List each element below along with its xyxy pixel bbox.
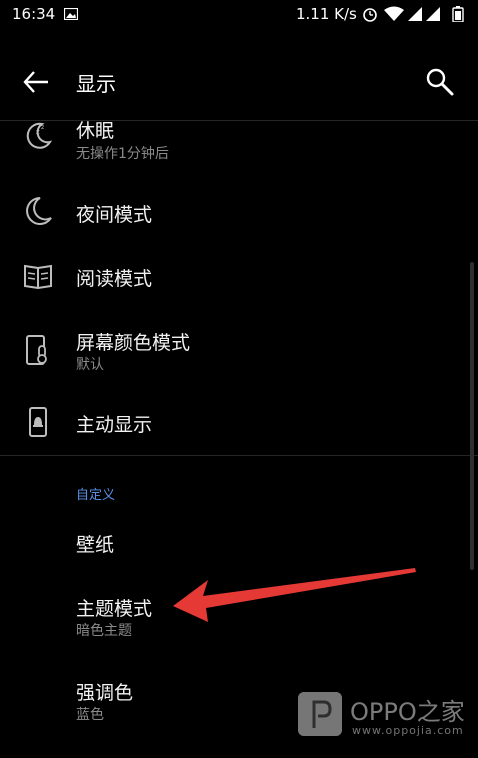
- setting-theme-mode-title: 主题模式: [76, 598, 153, 620]
- setting-active-display-title: 主动显示: [76, 414, 153, 436]
- phone-bell-icon: [29, 407, 47, 437]
- setting-theme-mode-subtitle: 暗色主题: [76, 623, 132, 639]
- setting-reading-mode-title: 阅读模式: [76, 268, 153, 290]
- status-bar: 16:34 1.11 K/s: [0, 0, 478, 30]
- moon-icon: [26, 197, 52, 225]
- network-speed: 1.11 K/s: [296, 5, 357, 23]
- setting-night-mode-title: 夜间模式: [76, 204, 153, 226]
- back-arrow-icon[interactable]: [22, 68, 50, 96]
- page-title: 显示: [76, 72, 116, 96]
- setting-wallpaper-title: 壁纸: [76, 534, 115, 556]
- watermark-logo-icon: [298, 692, 342, 736]
- alarm-icon: [363, 8, 377, 22]
- wifi-icon: [384, 6, 404, 21]
- setting-active-display[interactable]: 主动显示: [0, 400, 470, 444]
- setting-sleep[interactable]: z z 休眠 无操作1分钟后: [0, 116, 470, 170]
- setting-sleep-title: 休眠: [76, 120, 115, 142]
- search-icon[interactable]: [424, 66, 456, 98]
- battery-icon: [452, 6, 464, 22]
- status-icons: [363, 6, 464, 22]
- watermark-title: OPPO之家: [350, 698, 465, 726]
- signal-icon: [408, 7, 422, 21]
- book-icon: [24, 264, 52, 290]
- annotation-arrow: [173, 568, 416, 622]
- screen-thermometer-icon: [26, 335, 47, 365]
- signal-icon: [426, 7, 440, 21]
- setting-screen-color-mode[interactable]: 屏幕颜色模式 默认: [0, 326, 470, 376]
- setting-sleep-subtitle: 无操作1分钟后: [76, 146, 169, 162]
- setting-night-mode[interactable]: 夜间模式: [0, 190, 470, 234]
- watermark-url: www.oppojia.com: [352, 724, 464, 737]
- setting-screen-color-mode-title: 屏幕颜色模式: [76, 332, 191, 354]
- app-bar: 显示: [0, 52, 478, 112]
- setting-reading-mode[interactable]: 阅读模式: [0, 254, 470, 298]
- svg-text:z: z: [41, 124, 44, 131]
- section-divider: [0, 455, 478, 456]
- setting-accent-color-subtitle: 蓝色: [76, 707, 104, 723]
- setting-accent-color-title: 强调色: [76, 682, 134, 704]
- status-time: 16:34: [12, 5, 56, 23]
- setting-screen-color-mode-subtitle: 默认: [76, 357, 104, 373]
- svg-text:z: z: [36, 128, 40, 136]
- scrollbar[interactable]: [470, 262, 474, 570]
- image-icon: [64, 8, 78, 20]
- section-title-custom: 自定义: [76, 488, 116, 503]
- watermark: OPPO之家 www.oppojia.com: [296, 690, 476, 742]
- sleep-icon: z z: [26, 122, 53, 149]
